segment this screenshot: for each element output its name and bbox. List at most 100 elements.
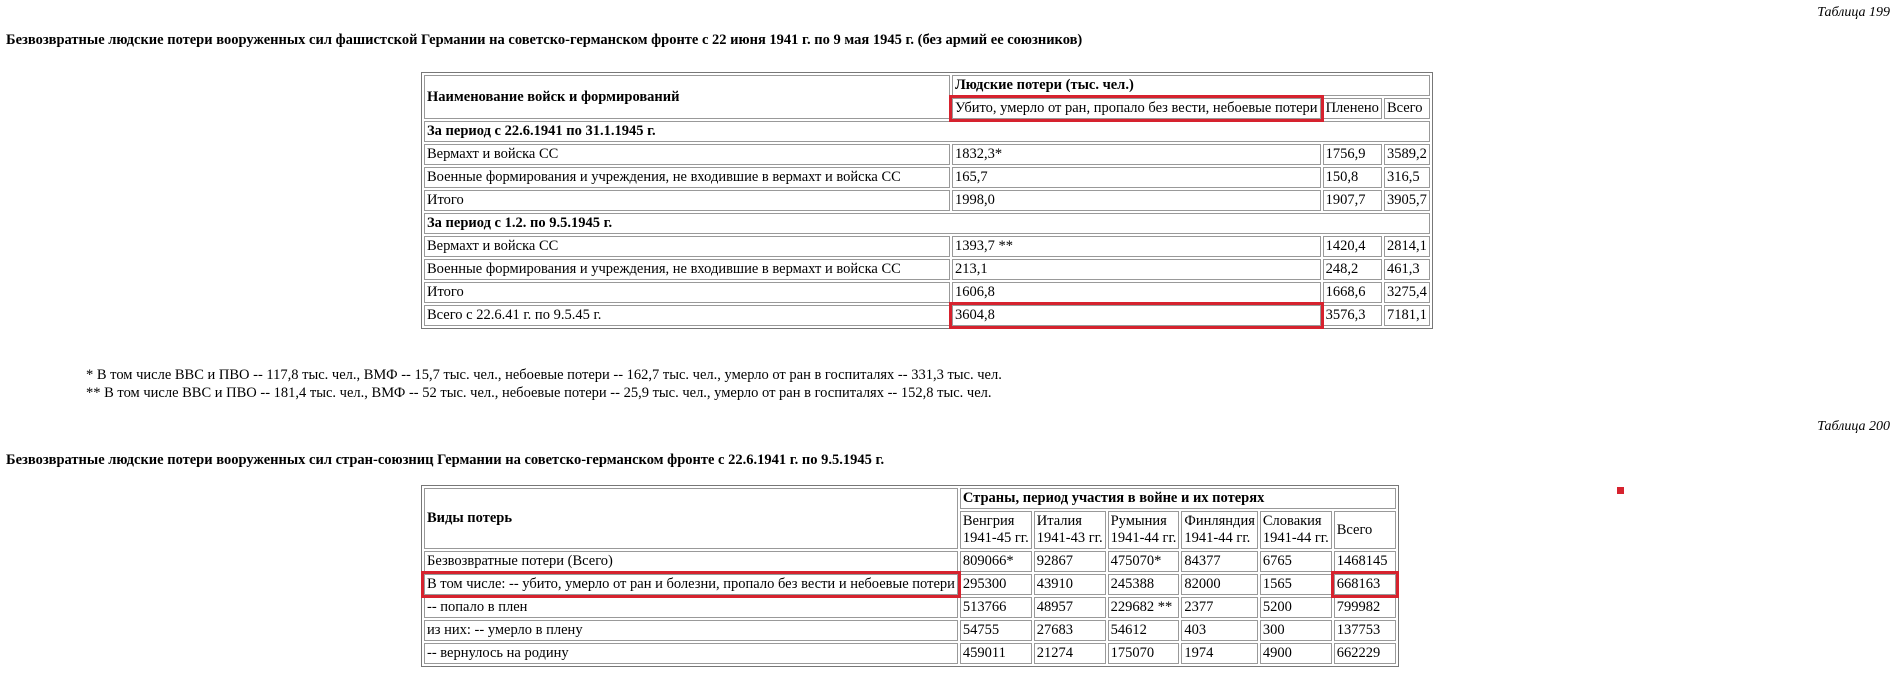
row-label: Безвозвратные потери (Всего) (424, 551, 958, 572)
cell-italy: 43910 (1033, 574, 1106, 595)
row-label: Итого (424, 190, 950, 211)
grand-total-row: Всего с 22.6.41 г. по 9.5.45 г. 3604,8 3… (424, 302, 1430, 329)
row-label: из них: -- умерло в плену (424, 620, 958, 641)
header-kinds: Виды потерь (424, 488, 958, 549)
cell-hungary: 513766 (959, 597, 1032, 618)
table2: Виды потерь Страны, период участия в вой… (421, 485, 1399, 667)
cell-romania: 229682 ** (1107, 597, 1180, 618)
cell-slovakia: 6765 (1259, 551, 1332, 572)
row-total: 3589,2 (1383, 144, 1430, 165)
cell-slovakia: 5200 (1259, 597, 1332, 618)
row-killed: 3604,8 (949, 302, 1324, 329)
header-troops: Наименование войск и формирований (424, 75, 950, 119)
row-label: Военные формирования и учреждения, не вх… (424, 259, 950, 280)
row-total: 316,5 (1383, 167, 1430, 188)
header-finland: Финляндия 1941-44 гг. (1181, 511, 1258, 549)
cell-slovakia: 300 (1259, 620, 1332, 641)
row-label: В том числе: -- убито, умерло от ран и б… (421, 571, 961, 598)
table-row: из них: -- умерло в плену 54755 27683 54… (424, 620, 1396, 641)
period2-label: За период с 1.2. по 9.5.1945 г. (424, 213, 1430, 234)
cell-finland: 1974 (1181, 643, 1258, 664)
header-total: Всего (1383, 98, 1430, 119)
row-captured: 1907,7 (1322, 190, 1382, 211)
row-label: -- попало в плен (424, 597, 958, 618)
table1: Наименование войск и формирований Людски… (421, 72, 1433, 329)
table-row: Безвозвратные потери (Всего) 809066* 928… (424, 551, 1396, 572)
table1-title: Безвозвратные людские потери вооруженных… (6, 32, 1083, 48)
header-captured: Пленено (1322, 98, 1382, 119)
row-total: 3275,4 (1383, 282, 1430, 303)
row-captured: 3576,3 (1322, 305, 1382, 326)
header-losses: Людские потери (тыс. чел.) (952, 75, 1430, 96)
cell-slovakia: 1565 (1259, 574, 1332, 595)
header-killed: Убито, умерло от ран, пропало без вести,… (949, 95, 1324, 122)
table-row: -- вернулось на родину 459011 21274 1750… (424, 643, 1396, 664)
row-label: Всего с 22.6.41 г. по 9.5.45 г. (424, 305, 950, 326)
row-captured: 1756,9 (1322, 144, 1382, 165)
table2-title: Безвозвратные людские потери вооруженных… (6, 452, 885, 468)
cell-hungary: 459011 (959, 643, 1032, 664)
table-row: Итого 1998,0 1907,7 3905,7 (424, 190, 1430, 211)
red-marker (1617, 487, 1624, 494)
footnote-1: * В том числе ВВС и ПВО -- 117,8 тыс. че… (86, 367, 1002, 383)
cell-finland: 2377 (1181, 597, 1258, 618)
cell-hungary: 54755 (959, 620, 1032, 641)
period1-label: За период с 22.6.1941 по 31.1.1945 г. (424, 121, 1430, 142)
table-header-row: Наименование войск и формирований Людски… (424, 75, 1430, 119)
cell-romania: 54612 (1107, 620, 1180, 641)
row-killed: 1393,7 ** (952, 236, 1321, 257)
table2-caption: Таблица 200 (1817, 419, 1890, 434)
table-row: -- попало в плен 513766 48957 229682 ** … (424, 597, 1396, 618)
cell-finland: 84377 (1181, 551, 1258, 572)
header-countries: Страны, период участия в войне и их поте… (959, 488, 1396, 509)
row-total: 7181,1 (1383, 305, 1430, 326)
row-captured: 248,2 (1322, 259, 1382, 280)
row-label: -- вернулось на родину (424, 643, 958, 664)
cell-italy: 48957 (1033, 597, 1106, 618)
header-italy: Италия 1941-43 гг. (1033, 511, 1106, 549)
row-total: 3905,7 (1383, 190, 1430, 211)
row-captured: 1420,4 (1322, 236, 1382, 257)
table-row: Итого 1606,8 1668,6 3275,4 (424, 282, 1430, 303)
row-label: Вермахт и войска СС (424, 236, 950, 257)
header-romania: Румыния 1941-44 гг. (1107, 511, 1180, 549)
table-row: Военные формирования и учреждения, не вх… (424, 259, 1430, 280)
cell-slovakia: 4900 (1259, 643, 1332, 664)
row-captured: 150,8 (1322, 167, 1382, 188)
row-killed: 1832,3* (952, 144, 1321, 165)
cell-total: 662229 (1333, 643, 1396, 664)
row-killed: 1606,8 (952, 282, 1321, 303)
table1-caption: Таблица 199 (1817, 5, 1890, 20)
cell-italy: 21274 (1033, 643, 1106, 664)
cell-italy: 27683 (1033, 620, 1106, 641)
row-label: Вермахт и войска СС (424, 144, 950, 165)
period-row: За период с 22.6.1941 по 31.1.1945 г. (424, 121, 1430, 142)
table-header-row: Виды потерь Страны, период участия в вой… (424, 488, 1396, 549)
period-row: За период с 1.2. по 9.5.1945 г. (424, 213, 1430, 234)
row-total: 2814,1 (1383, 236, 1430, 257)
table-row: Вермахт и войска СС 1393,7 ** 1420,4 281… (424, 236, 1430, 257)
cell-total: 137753 (1333, 620, 1396, 641)
row-killed: 1998,0 (952, 190, 1321, 211)
cell-italy: 92867 (1033, 551, 1106, 572)
table-row: В том числе: -- убито, умерло от ран и б… (421, 571, 1399, 598)
row-label: Военные формирования и учреждения, не вх… (424, 167, 950, 188)
footnote-2: ** В том числе ВВС и ПВО -- 181,4 тыс. ч… (86, 385, 992, 401)
header-total: Всего (1333, 511, 1396, 549)
row-total: 461,3 (1383, 259, 1430, 280)
cell-total: 799982 (1333, 597, 1396, 618)
cell-romania: 175070 (1107, 643, 1180, 664)
row-killed: 213,1 (952, 259, 1321, 280)
cell-total: 1468145 (1333, 551, 1396, 572)
row-killed: 165,7 (952, 167, 1321, 188)
table-row: Военные формирования и учреждения, не вх… (424, 167, 1430, 188)
cell-romania: 245388 (1107, 574, 1180, 595)
row-captured: 1668,6 (1322, 282, 1382, 303)
cell-total: 668163 (1330, 571, 1399, 598)
header-slovakia: Словакия 1941-44 гг. (1259, 511, 1332, 549)
cell-hungary: 295300 (959, 574, 1032, 595)
header-hungary: Венгрия 1941-45 гг. (959, 511, 1032, 549)
cell-finland: 403 (1181, 620, 1258, 641)
cell-hungary: 809066* (959, 551, 1032, 572)
cell-finland: 82000 (1181, 574, 1258, 595)
